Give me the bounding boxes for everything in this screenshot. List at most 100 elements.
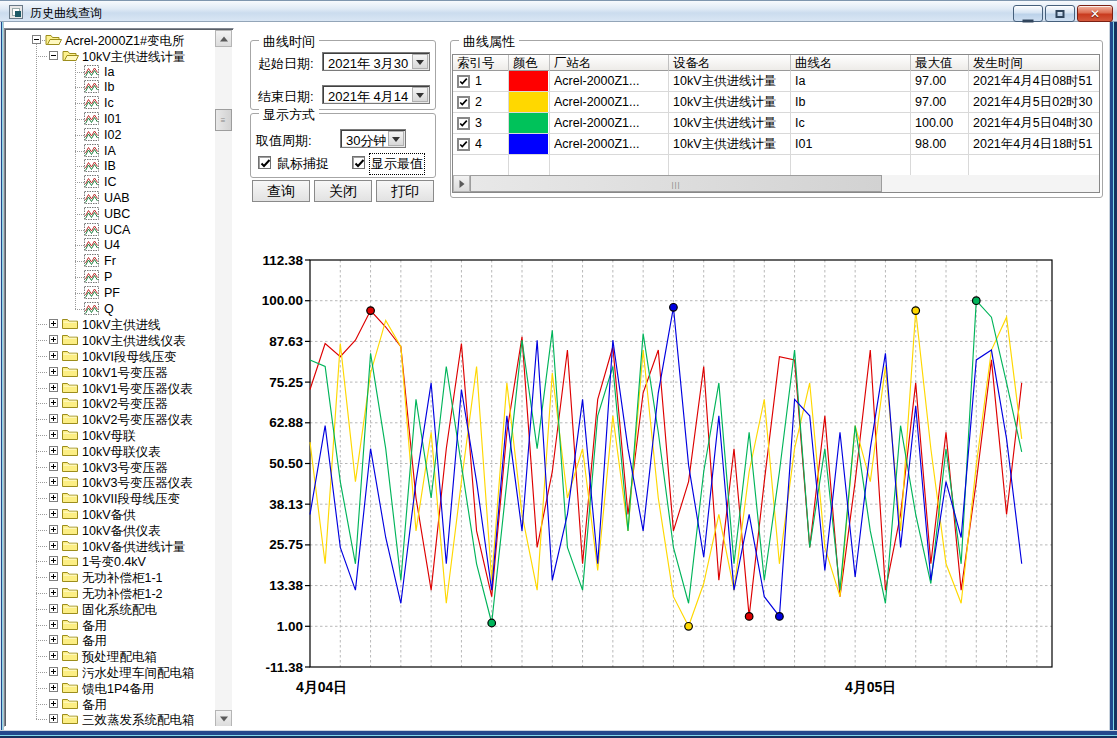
tree-item[interactable]: U4: [5, 237, 220, 253]
table-header-3[interactable]: 设备名: [669, 55, 791, 71]
tree-expander-plus[interactable]: [49, 667, 58, 676]
tree-item[interactable]: Ib: [5, 79, 220, 95]
table-header-5[interactable]: 最大值: [911, 55, 969, 71]
tree-scrollbar[interactable]: ≡: [215, 30, 232, 727]
tree-expander-plus[interactable]: [49, 620, 58, 629]
tree-item[interactable]: 污水处理车间配电箱: [5, 664, 220, 680]
tree-item[interactable]: 10kV2号变压器仪表: [5, 411, 220, 427]
tree-expander-plus[interactable]: [49, 335, 58, 344]
tree-expander-plus[interactable]: [49, 541, 58, 550]
tree-expander-plus[interactable]: [49, 477, 58, 486]
tree-expander-plus[interactable]: [49, 367, 58, 376]
tree-item[interactable]: 10kV备供: [5, 506, 220, 522]
tree-expander-plus[interactable]: [49, 556, 58, 565]
end-date-combo[interactable]: 2021年 4月14: [322, 85, 430, 104]
tree-item[interactable]: IA: [5, 143, 220, 159]
tree-item[interactable]: Q: [5, 301, 220, 317]
maximize-button[interactable]: [1045, 5, 1075, 22]
tree-expander-plus[interactable]: [49, 588, 58, 597]
tree-item[interactable]: 10kV3号变压器仪表: [5, 474, 220, 490]
start-date-combo[interactable]: 2021年 3月30: [322, 52, 430, 71]
row-checkbox[interactable]: [457, 75, 470, 88]
tree-expander-plus[interactable]: [49, 651, 58, 660]
table-header-4[interactable]: 曲线名: [791, 55, 911, 71]
period-combo[interactable]: 30分钟: [340, 129, 406, 148]
tree-item[interactable]: P: [5, 269, 220, 285]
tree-expander-plus[interactable]: [49, 446, 58, 455]
tree-item[interactable]: 10kV2号变压器: [5, 395, 220, 411]
end-date-dropdown-button[interactable]: [412, 87, 428, 102]
tree-item[interactable]: 10kVI段母线压变: [5, 348, 220, 364]
tree-item[interactable]: 10kV1号变压器: [5, 364, 220, 380]
tree-expander-plus[interactable]: [49, 699, 58, 708]
tree-item[interactable]: 馈电1P4备用: [5, 680, 220, 696]
mouse-capture-checkbox[interactable]: [258, 156, 271, 169]
tree-item[interactable]: 无功补偿柜1-2: [5, 585, 220, 601]
scroll-right-button[interactable]: [453, 175, 470, 192]
tree-item[interactable]: Acrel-2000Z1#变电所: [5, 32, 220, 48]
close-button[interactable]: ✕: [1077, 5, 1113, 22]
hscrollbar-thumb[interactable]: |||: [470, 175, 882, 192]
tree-expander-plus[interactable]: [49, 414, 58, 423]
tree-item[interactable]: 备用: [5, 632, 220, 648]
tree-item[interactable]: 备用: [5, 617, 220, 633]
tree-expander-plus[interactable]: [49, 683, 58, 692]
tree-item[interactable]: 10kV主供进线仪表: [5, 332, 220, 348]
tree-item[interactable]: PF: [5, 285, 220, 301]
tree-expander-plus[interactable]: [49, 430, 58, 439]
scroll-down-button[interactable]: [215, 710, 232, 727]
tree-item[interactable]: 10kV备供仪表: [5, 522, 220, 538]
query-button[interactable]: 查询: [252, 180, 310, 202]
tree-item[interactable]: 固化系统配电: [5, 601, 220, 617]
tree-item[interactable]: 10kV3号变压器: [5, 459, 220, 475]
tree-expander-plus[interactable]: [49, 572, 58, 581]
period-dropdown-button[interactable]: [388, 131, 404, 146]
table-header-0[interactable]: 索引号: [453, 55, 509, 71]
tree-expander-minus[interactable]: [32, 35, 41, 44]
tree-item[interactable]: UBC: [5, 206, 220, 222]
close-action-button[interactable]: 关闭: [314, 180, 372, 202]
tree-item[interactable]: UCA: [5, 222, 220, 238]
table-header-2[interactable]: 厂站名: [550, 55, 669, 71]
table-header-6[interactable]: 发生时间: [969, 55, 1100, 71]
tree-item[interactable]: 三效蒸发系统配电箱: [5, 711, 220, 727]
tree-expander-plus[interactable]: [49, 398, 58, 407]
tree-expander-plus[interactable]: [49, 351, 58, 360]
tree-item[interactable]: IC: [5, 174, 220, 190]
minimize-button[interactable]: [1013, 5, 1043, 22]
tree-expander-plus[interactable]: [49, 635, 58, 644]
tree-item[interactable]: 10kV备供进线计量: [5, 538, 220, 554]
tree-item[interactable]: Fr: [5, 253, 220, 269]
tree-item[interactable]: Ia: [5, 64, 220, 80]
tree-item[interactable]: 10kV主供进线: [5, 316, 220, 332]
table-hscrollbar[interactable]: |||: [453, 175, 1099, 192]
tree-expander-plus[interactable]: [49, 604, 58, 613]
tree-expander-plus[interactable]: [49, 714, 58, 723]
tree-expander-plus[interactable]: [49, 383, 58, 392]
tree-item[interactable]: Ic: [5, 95, 220, 111]
show-extremes-checkbox[interactable]: [352, 156, 365, 169]
tree-item[interactable]: 1号变0.4kV: [5, 553, 220, 569]
tree-expander-minus[interactable]: [49, 51, 58, 60]
row-checkbox[interactable]: [457, 138, 470, 151]
row-checkbox[interactable]: [457, 96, 470, 109]
print-button[interactable]: 打印: [376, 180, 434, 202]
tree-item[interactable]: 10kV母联仪表: [5, 443, 220, 459]
table-header-1[interactable]: 颜色: [509, 55, 550, 71]
tree-expander-plus[interactable]: [49, 462, 58, 471]
tree-item[interactable]: 10kV1号变压器仪表: [5, 380, 220, 396]
tree-expander-plus[interactable]: [49, 525, 58, 534]
scroll-up-button[interactable]: [215, 30, 232, 47]
tree-item[interactable]: I02: [5, 127, 220, 143]
tree-expander-plus[interactable]: [49, 493, 58, 502]
tree-item[interactable]: IB: [5, 158, 220, 174]
tree-expander-plus[interactable]: [49, 509, 58, 518]
scrollbar-thumb[interactable]: ≡: [215, 109, 232, 131]
tree-item[interactable]: 10kV主供进线计量: [5, 48, 220, 64]
tree-item[interactable]: 备用: [5, 696, 220, 712]
tree-item[interactable]: 10kVII段母线压变: [5, 490, 220, 506]
tree-item[interactable]: 无功补偿柜1-1: [5, 569, 220, 585]
tree-item[interactable]: I01: [5, 111, 220, 127]
start-date-dropdown-button[interactable]: [412, 54, 428, 69]
row-checkbox[interactable]: [457, 117, 470, 130]
